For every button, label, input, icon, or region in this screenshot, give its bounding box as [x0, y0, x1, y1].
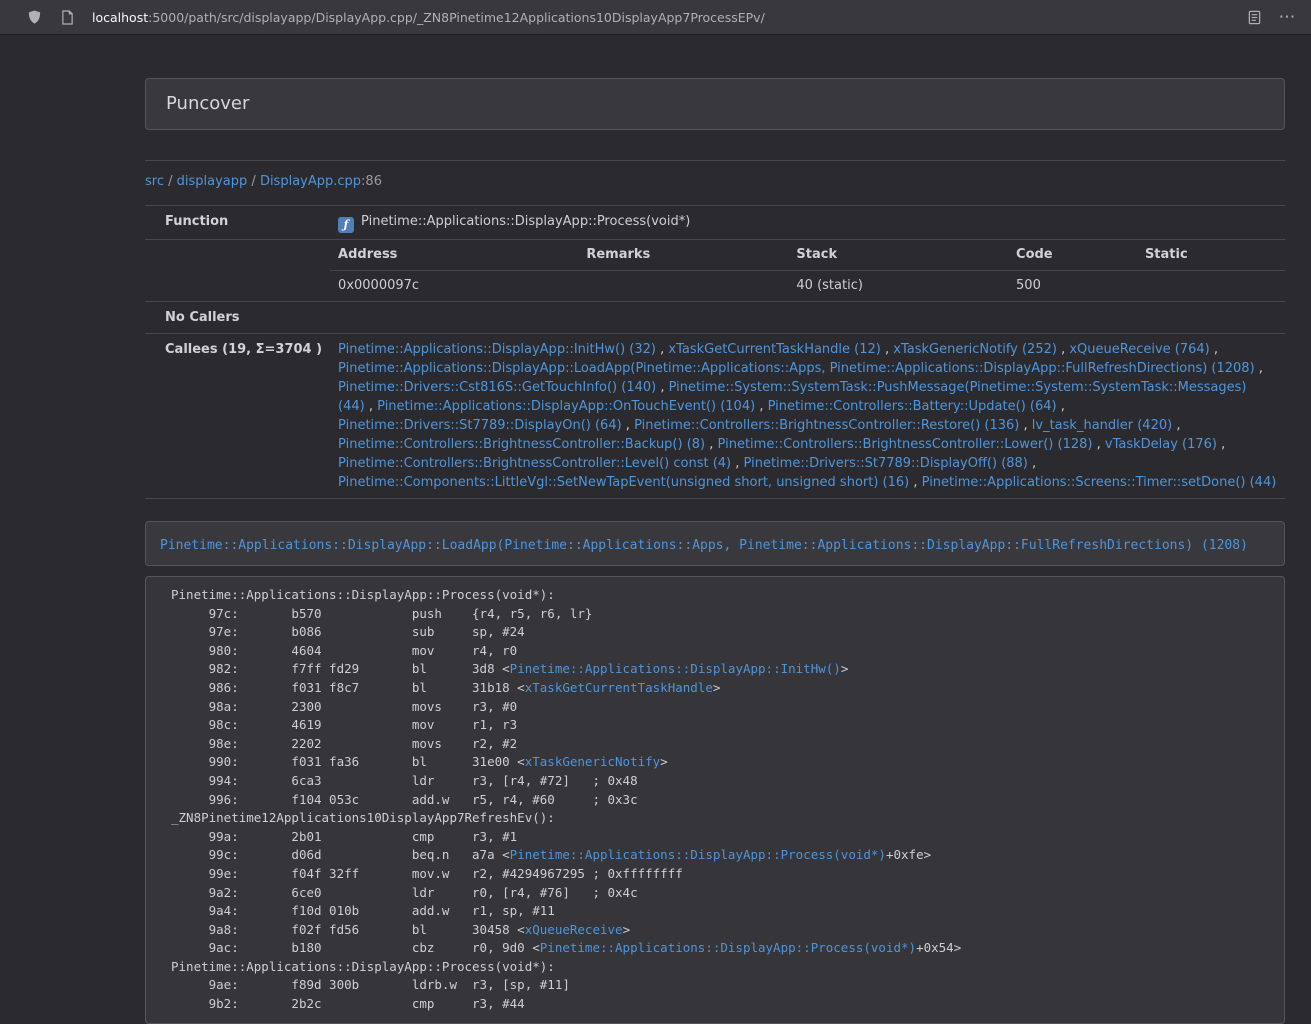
url-path: :5000/path/src/displayapp/DisplayApp.cpp…	[148, 10, 765, 25]
stack-value: 40 (static)	[788, 271, 1008, 302]
callee-link[interactable]: Pinetime::Controllers::Battery::Update()…	[768, 399, 1057, 414]
callee-link[interactable]: xQueueReceive (764)	[1069, 342, 1209, 357]
breadcrumb-link[interactable]: src	[145, 174, 164, 189]
col-header-static: Static	[1137, 240, 1285, 271]
breadcrumb-separator: /	[247, 174, 260, 189]
callee-link[interactable]: Pinetime::Controllers::BrightnessControl…	[718, 437, 1093, 452]
metrics-table: Address Remarks Stack Code Static 0x0000…	[330, 240, 1285, 301]
callee-link[interactable]: Pinetime::Applications::DisplayApp::OnTo…	[377, 399, 755, 414]
col-header-remarks: Remarks	[578, 240, 788, 271]
metrics-row: Address Remarks Stack Code Static 0x0000…	[145, 240, 1285, 302]
function-name: Pinetime::Applications::DisplayApp::Proc…	[361, 214, 690, 229]
callee-link[interactable]: Pinetime::Applications::DisplayApp::Load…	[338, 361, 1255, 376]
overflow-menu-icon[interactable]: ⋯	[1275, 5, 1299, 29]
callee-link[interactable]: Pinetime::Controllers::BrightnessControl…	[634, 418, 1019, 433]
url-host: localhost	[92, 10, 148, 25]
browser-toolbar: localhost:5000/path/src/displayapp/Displ…	[0, 0, 1311, 35]
reader-view-icon[interactable]	[1242, 5, 1266, 29]
page-title: Puncover	[166, 93, 249, 114]
callee-link[interactable]: Pinetime::Drivers::St7789::DisplayOn() (…	[338, 418, 622, 433]
code-symbol-link[interactable]: Pinetime::Applications::DisplayApp::Proc…	[540, 940, 916, 955]
callees-label: Callees (19, Σ=3704 )	[145, 334, 330, 499]
callee-link[interactable]: vTaskDelay (176)	[1105, 437, 1217, 452]
callee-link[interactable]: Pinetime::Components::LittleVgl::SetNewT…	[338, 475, 909, 490]
callee-link[interactable]: Pinetime::Drivers::Cst816S::GetTouchInfo…	[338, 380, 656, 395]
breadcrumb: src / displayapp / DisplayApp.cpp:86	[145, 173, 1285, 191]
code-symbol-link[interactable]: Pinetime::Applications::DisplayApp::Proc…	[510, 847, 886, 862]
callee-link[interactable]: xTaskGenericNotify (252)	[893, 342, 1057, 357]
code-value: 500	[1008, 271, 1137, 302]
address-value: 0x0000097c	[330, 271, 578, 302]
callee-link[interactable]: Pinetime::Applications::Screens::Timer::…	[922, 475, 1277, 490]
function-icon: ƒ	[338, 217, 354, 233]
col-header-address: Address	[330, 240, 578, 271]
breadcrumb-separator: /	[164, 174, 177, 189]
callee-link[interactable]: Pinetime::Controllers::BrightnessControl…	[338, 437, 705, 452]
callee-link[interactable]: xTaskGetCurrentTaskHandle (12)	[668, 342, 880, 357]
code-symbol-link[interactable]: Pinetime::Applications::DisplayApp::Init…	[510, 661, 841, 676]
highlight-panel: Pinetime::Applications::DisplayApp::Load…	[145, 521, 1285, 566]
no-callers-label: No Callers	[145, 302, 330, 334]
page-content: Puncover src / displayapp / DisplayApp.c…	[145, 78, 1285, 1024]
code-symbol-link[interactable]: xTaskGetCurrentTaskHandle	[525, 680, 713, 695]
static-value	[1137, 271, 1285, 302]
breadcrumb-line-number: :86	[361, 174, 382, 189]
metrics-values-row: 0x0000097c 40 (static) 500	[330, 271, 1285, 302]
code-panel: Pinetime::Applications::DisplayApp::Proc…	[145, 576, 1285, 1024]
function-table: Function ƒPinetime::Applications::Displa…	[145, 205, 1285, 499]
breadcrumb-link[interactable]: DisplayApp.cpp	[260, 174, 361, 189]
col-header-code: Code	[1008, 240, 1137, 271]
puncover-header-panel: Puncover	[145, 78, 1285, 130]
callees-row: Callees (19, Σ=3704 ) Pinetime::Applicat…	[145, 334, 1285, 499]
breadcrumb-link[interactable]: displayapp	[177, 174, 248, 189]
callee-link[interactable]: Pinetime::Controllers::BrightnessControl…	[338, 456, 731, 471]
no-callers-row: No Callers	[145, 302, 1285, 334]
callee-link[interactable]: Pinetime::Applications::DisplayApp::Init…	[338, 342, 656, 357]
function-row: Function ƒ Pinetime::Applications::Displa…	[145, 206, 1285, 240]
remarks-value	[578, 271, 788, 302]
callee-link[interactable]: Pinetime::Drivers::St7789::DisplayOff() …	[744, 456, 1028, 471]
code-symbol-link[interactable]: xQueueReceive	[525, 922, 623, 937]
divider	[145, 160, 1285, 161]
col-header-stack: Stack	[788, 240, 1008, 271]
callee-link[interactable]: lv_task_handler (420)	[1032, 418, 1172, 433]
page-info-icon[interactable]	[55, 5, 79, 29]
disassembly-pre: Pinetime::Applications::DisplayApp::Proc…	[171, 586, 1259, 1014]
callees-cell: Pinetime::Applications::DisplayApp::Init…	[330, 334, 1285, 499]
url-bar[interactable]: localhost:5000/path/src/displayapp/Displ…	[92, 10, 1233, 25]
code-symbol-link[interactable]: xTaskGenericNotify	[525, 754, 660, 769]
function-row-label: Function	[145, 206, 330, 240]
loadapp-link[interactable]: Pinetime::Applications::DisplayApp::Load…	[160, 538, 1248, 553]
tracking-protection-shield-icon[interactable]	[22, 5, 46, 29]
